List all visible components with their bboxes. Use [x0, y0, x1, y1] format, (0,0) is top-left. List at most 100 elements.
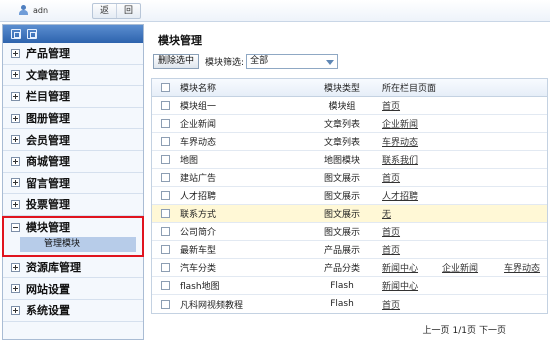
delete-selected-button[interactable]: 删除选中 — [153, 54, 200, 69]
sidebar-item-modules[interactable]: 模块管理 — [4, 218, 142, 237]
minus-icon — [11, 222, 20, 232]
sidebar-item-shop[interactable]: 商城管理 — [3, 151, 143, 173]
page-link[interactable]: 首页 — [382, 243, 400, 256]
module-name: 建站广告 — [180, 174, 217, 184]
row-checkbox[interactable] — [160, 119, 170, 128]
module-name: 最新车型 — [180, 246, 217, 256]
page-link[interactable]: 企业新闻 — [382, 117, 418, 130]
module-type: 图文展示 — [323, 210, 360, 220]
select-all-checkbox[interactable] — [160, 83, 170, 92]
user-info: adn — [18, 5, 48, 15]
page-link[interactable]: 人才招聘 — [382, 189, 418, 202]
sidebar-item-label: 系统设置 — [26, 304, 70, 318]
plus-icon — [11, 156, 20, 166]
sidebar-item-members[interactable]: 会员管理 — [3, 129, 143, 151]
sidebar-item-messages[interactable]: 留言管理 — [3, 173, 143, 195]
user-icon — [18, 5, 29, 15]
page-link[interactable]: 首页 — [382, 225, 400, 238]
module-name: 地图 — [180, 156, 199, 166]
row-checkbox[interactable] — [160, 155, 170, 164]
table-row: 人才招聘 图文展示 人才招聘 — [152, 187, 547, 205]
sidebar-item-products[interactable]: 产品管理 — [3, 43, 143, 65]
module-name: flash地图 — [180, 282, 220, 292]
plus-icon — [11, 305, 20, 315]
sidebar-item-site-settings[interactable]: 网站设置 — [3, 278, 143, 300]
module-filter-select[interactable]: 全部 — [246, 54, 339, 69]
row-checkbox[interactable] — [160, 263, 170, 272]
page-link[interactable]: 新闻中心 — [382, 261, 442, 274]
next-page-link[interactable]: 下一页 — [479, 323, 506, 336]
module-name: 汽车分类 — [180, 264, 217, 274]
row-checkbox[interactable] — [160, 281, 170, 290]
back-button[interactable]: 返 — [93, 4, 116, 18]
sidebar-item-resources[interactable]: 资源库管理 — [3, 257, 143, 279]
table-row: flash地图 Flash 新闻中心 — [152, 277, 547, 295]
plus-icon — [11, 113, 20, 123]
sidebar: 产品管理 文章管理 栏目管理 图册管理 会员管理 商城管理 留言管理 投票管理 … — [2, 24, 144, 340]
table-header: 模块名称 模块类型 所在栏目页面 — [152, 79, 547, 97]
username: adn — [33, 5, 49, 15]
page-link[interactable]: 车界动态 — [382, 135, 418, 148]
sidebar-subitem-manage-modules[interactable]: 管理模块 — [20, 236, 136, 252]
prev-page-link[interactable]: 上一页 — [422, 323, 449, 336]
sidebar-item-votes[interactable]: 投票管理 — [3, 194, 143, 216]
toolbar: 删除选中 模块筛选: 全部 — [153, 54, 339, 69]
table-row: 模块组一 模块组 首页 — [152, 97, 547, 115]
module-filter-value: 全部 — [250, 56, 269, 66]
table-row: 公司简介 图文展示 首页 — [152, 223, 547, 241]
row-checkbox[interactable] — [160, 245, 170, 254]
page-link[interactable]: 首页 — [382, 298, 400, 311]
row-checkbox[interactable] — [160, 191, 170, 200]
module-type: Flash — [330, 280, 354, 291]
module-type: 模块组 — [328, 102, 356, 112]
plus-icon — [11, 70, 20, 80]
plus-icon — [11, 199, 20, 209]
module-type: 文章列表 — [323, 120, 360, 130]
page-link[interactable]: 企业新闻 — [442, 261, 504, 274]
sidebar-item-label: 网站设置 — [26, 282, 70, 296]
module-type: 文章列表 — [323, 138, 360, 148]
page-link[interactable]: 车界动态 — [504, 261, 540, 274]
sidebar-header — [3, 25, 143, 43]
plus-icon — [11, 284, 20, 294]
page-link[interactable]: 联系我们 — [382, 153, 418, 166]
main-panel: 模块管理 删除选中 模块筛选: 全部 模块名称 模块类型 所在栏目页面 模块组一… — [150, 24, 548, 340]
sidebar-item-label: 栏目管理 — [26, 90, 70, 104]
filter-label: 模块筛选: — [205, 58, 245, 68]
module-name: 联系方式 — [180, 210, 217, 220]
sidebar-item-albums[interactable]: 图册管理 — [3, 108, 143, 130]
page-info: 1/1页 — [452, 326, 476, 336]
row-checkbox[interactable] — [160, 299, 170, 309]
row-checkbox[interactable] — [160, 209, 170, 218]
collapse-all-icon[interactable] — [27, 29, 37, 39]
sidebar-item-label: 文章管理 — [26, 68, 70, 82]
row-checkbox[interactable] — [160, 101, 170, 110]
sidebar-item-columns[interactable]: 栏目管理 — [3, 86, 143, 108]
row-checkbox[interactable] — [160, 137, 170, 146]
table-row: 企业新闻 文章列表 企业新闻 — [152, 115, 547, 133]
page-link[interactable]: 新闻中心 — [382, 279, 418, 292]
sidebar-item-label: 模块管理 — [26, 221, 70, 235]
page-link[interactable]: 首页 — [382, 171, 400, 184]
row-checkbox[interactable] — [160, 173, 170, 182]
plus-icon — [11, 135, 20, 145]
module-name: 企业新闻 — [180, 120, 217, 130]
sidebar-item-label: 留言管理 — [26, 176, 70, 190]
sidebar-item-system-settings[interactable]: 系统设置 — [3, 300, 143, 322]
module-type: 图文展示 — [323, 228, 360, 238]
plus-icon — [11, 262, 20, 272]
plus-icon — [11, 48, 20, 58]
page-link[interactable]: 首页 — [382, 99, 400, 112]
expand-all-icon[interactable] — [11, 29, 21, 39]
row-checkbox[interactable] — [160, 227, 170, 236]
module-name: 公司简介 — [180, 228, 217, 238]
sidebar-group-modules: 模块管理 管理模块 — [2, 215, 144, 257]
module-type: 地图模块 — [323, 156, 360, 166]
table-row: 最新车型 产品展示 首页 — [152, 241, 547, 259]
forward-button[interactable]: 回 — [116, 4, 140, 18]
table-row: 地图 地图模块 联系我们 — [152, 151, 547, 169]
sidebar-item-articles[interactable]: 文章管理 — [3, 65, 143, 87]
page-link[interactable]: 无 — [382, 207, 391, 220]
sidebar-item-label: 商城管理 — [26, 155, 70, 169]
column-header-type: 模块类型 — [323, 84, 360, 94]
